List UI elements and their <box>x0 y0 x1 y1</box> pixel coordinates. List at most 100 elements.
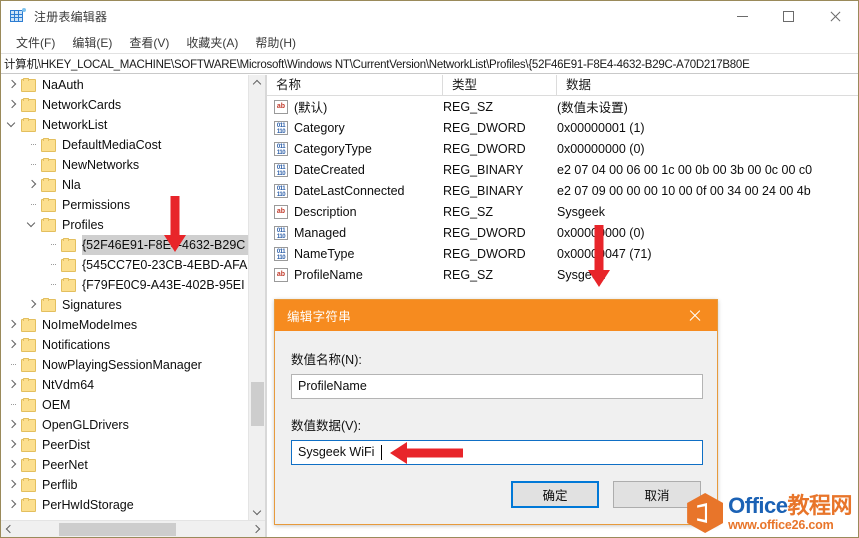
tree-horizontal-scrollbar[interactable] <box>1 520 265 537</box>
text-caret <box>381 445 382 460</box>
value-name-text: NameType <box>294 246 355 261</box>
value-row[interactable]: 011 110 CategoryType REG_DWORD 0x00000000 (0… <box>267 138 858 159</box>
menu-item-file[interactable]: 文件(F) <box>8 32 64 53</box>
chevron-down-icon[interactable] <box>25 215 41 235</box>
value-row[interactable]: 011 110 Category REG_DWORD 0x00000001 (1) <box>267 117 858 138</box>
tree-hscroll-thumb[interactable] <box>59 523 176 536</box>
value-row[interactable]: 011 110 DateCreated REG_BINARY e2 07 04 00 0… <box>267 159 858 180</box>
tree-item[interactable]: NetworkCards <box>1 95 248 115</box>
chevron-down-icon[interactable] <box>5 115 21 135</box>
menu-item-edit[interactable]: 编辑(E) <box>64 32 121 53</box>
folder-icon <box>41 157 56 172</box>
folder-icon <box>21 77 36 92</box>
folder-icon <box>21 317 36 332</box>
column-header-data[interactable]: 数据 <box>557 75 858 95</box>
scroll-up-icon[interactable] <box>249 75 265 92</box>
address-bar[interactable]: 计算机\HKEY_LOCAL_MACHINE\SOFTWARE\Microsof… <box>1 53 858 74</box>
scroll-right-icon[interactable] <box>248 521 265 537</box>
tree-item[interactable]: PerHwIdStorage <box>1 495 248 515</box>
cancel-button[interactable]: 取消 <box>613 481 701 508</box>
dialog-body: 数值名称(N): ProfileName 数值数据(V): Sysgeek Wi… <box>275 331 717 465</box>
chevron-right-icon[interactable] <box>25 295 41 315</box>
dialog-title: 编辑字符串 <box>287 310 352 324</box>
value-row[interactable]: 011 110 Managed REG_DWORD 0x00000000 (0) <box>267 222 858 243</box>
value-row[interactable]: ab (默认) REG_SZ (数值未设置) <box>267 96 858 117</box>
value-name-text: Managed <box>294 225 347 240</box>
value-name-text: DateCreated <box>294 162 365 177</box>
tree-item[interactable]: PeerNet <box>1 455 248 475</box>
tree-item[interactable]: Perflib <box>1 475 248 495</box>
tree-item[interactable]: {52F46E91-F8E4-4632-B29C <box>1 235 248 255</box>
dword-value-icon: 011 110 <box>274 141 288 156</box>
tree-item[interactable]: {545CC7E0-23CB-4EBD-AFA <box>1 255 248 275</box>
maximize-button[interactable] <box>766 1 812 31</box>
chevron-right-icon[interactable] <box>5 455 21 475</box>
value-name-text: Description <box>294 204 357 219</box>
registry-tree: NaAuth NetworkCards NetworkList DefaultMedi… <box>1 75 248 520</box>
value-row[interactable]: ab ProfileName REG_SZ Sysgeek <box>267 264 858 285</box>
tree-item[interactable]: Nla <box>1 175 248 195</box>
chevron-right-icon[interactable] <box>5 475 21 495</box>
tree-item-label: NetworkList <box>42 118 108 132</box>
tree-item-label: Profiles <box>62 218 104 232</box>
chevron-right-icon[interactable] <box>5 435 21 455</box>
chevron-right-icon[interactable] <box>5 375 21 395</box>
tree-vertical-scrollbar[interactable] <box>248 75 265 520</box>
chevron-right-icon[interactable] <box>25 175 41 195</box>
scroll-down-icon[interactable] <box>249 503 265 520</box>
chevron-right-icon[interactable] <box>5 75 21 95</box>
tree-item[interactable]: OEM <box>1 395 248 415</box>
chevron-right-icon[interactable] <box>5 495 21 515</box>
tree-item[interactable]: Permissions <box>1 195 248 215</box>
tree-item[interactable]: Profiles <box>1 215 248 235</box>
tree-item[interactable]: DefaultMediaCost <box>1 135 248 155</box>
tree-item[interactable]: {F79FE0C9-A43E-402B-95EI <box>1 275 248 295</box>
tree-item[interactable]: Signatures <box>1 295 248 315</box>
menu-item-favorites[interactable]: 收藏夹(A) <box>178 32 247 53</box>
tree-leaf-marker <box>25 135 41 155</box>
folder-icon <box>61 237 76 252</box>
value-row[interactable]: 011 110 DateLastConnected REG_BINARY e2 07 0… <box>267 180 858 201</box>
tree-item[interactable]: PeerDist <box>1 435 248 455</box>
tree-item[interactable]: NaAuth <box>1 75 248 95</box>
value-name-text: DateLastConnected <box>294 183 405 198</box>
menu-item-help[interactable]: 帮助(H) <box>247 32 305 53</box>
chevron-right-icon[interactable] <box>5 335 21 355</box>
chevron-right-icon[interactable] <box>5 95 21 115</box>
tree-leaf-marker <box>25 155 41 175</box>
dialog-close-icon[interactable] <box>672 300 717 331</box>
column-header-type[interactable]: 类型 <box>443 75 557 95</box>
value-type-cell: REG_DWORD <box>443 246 526 261</box>
close-button[interactable] <box>812 1 858 31</box>
string-value-icon: ab <box>274 99 288 114</box>
dialog-actions: 确定 取消 <box>511 481 701 508</box>
scroll-left-icon[interactable] <box>1 521 18 537</box>
chevron-right-icon[interactable] <box>5 315 21 335</box>
value-data-input[interactable]: Sysgeek WiFi <box>291 440 703 465</box>
value-row[interactable]: ab Description REG_SZ Sysgeek <box>267 201 858 222</box>
tree-item[interactable]: OpenGLDrivers <box>1 415 248 435</box>
value-type-cell: REG_DWORD <box>443 225 526 240</box>
value-type-cell: REG_SZ <box>443 99 494 114</box>
tree-item[interactable]: NetworkList <box>1 115 248 135</box>
tree-item[interactable]: NewNetworks <box>1 155 248 175</box>
tree-item[interactable]: NowPlayingSessionManager <box>1 355 248 375</box>
tree-leaf-marker <box>5 355 21 375</box>
menu-item-view[interactable]: 查看(V) <box>121 32 178 53</box>
value-row[interactable]: 011 110 NameType REG_DWORD 0x00000047 (71) <box>267 243 858 264</box>
tree-item[interactable]: NtVdm64 <box>1 375 248 395</box>
tree-item[interactable]: NoImeModeImes <box>1 315 248 335</box>
tree-item-label: {F79FE0C9-A43E-402B-95EI <box>82 278 245 292</box>
value-name-text: (默认) <box>294 101 328 115</box>
tree-item[interactable]: Notifications <box>1 335 248 355</box>
value-name-input[interactable]: ProfileName <box>291 374 703 399</box>
chevron-right-icon[interactable] <box>5 415 21 435</box>
value-data-cell: 0x00000000 (0) <box>557 141 645 156</box>
tree-item-label: Nla <box>62 178 81 192</box>
tree-item-label: PeerNet <box>42 458 88 472</box>
minimize-button[interactable] <box>720 1 766 31</box>
column-header-name[interactable]: 名称 <box>267 75 443 95</box>
registry-tree-pane: NaAuth NetworkCards NetworkList DefaultMedi… <box>1 75 265 537</box>
ok-button[interactable]: 确定 <box>511 481 599 508</box>
tree-vscroll-thumb[interactable] <box>251 382 264 426</box>
